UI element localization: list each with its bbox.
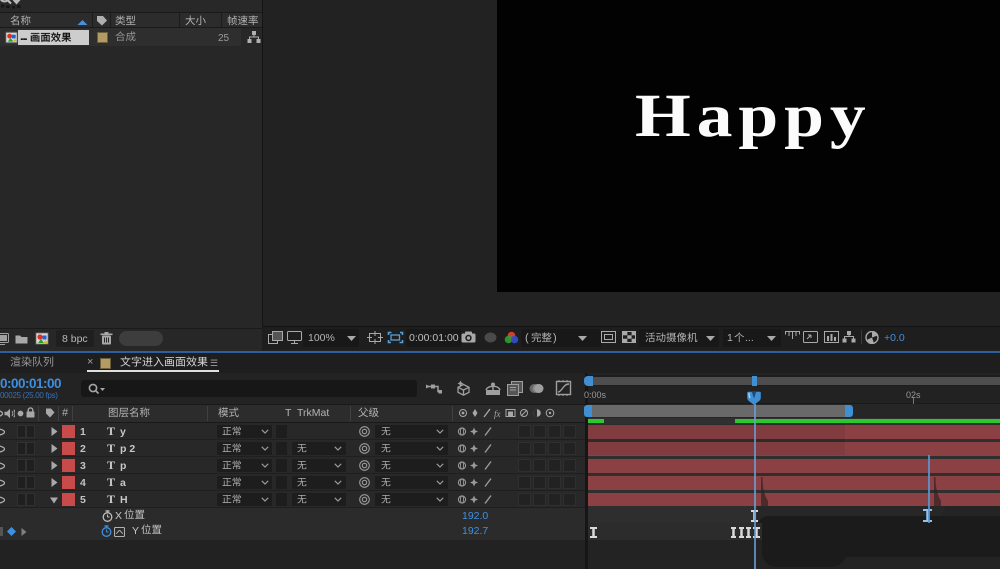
svg-text:fx: fx xyxy=(494,409,501,419)
